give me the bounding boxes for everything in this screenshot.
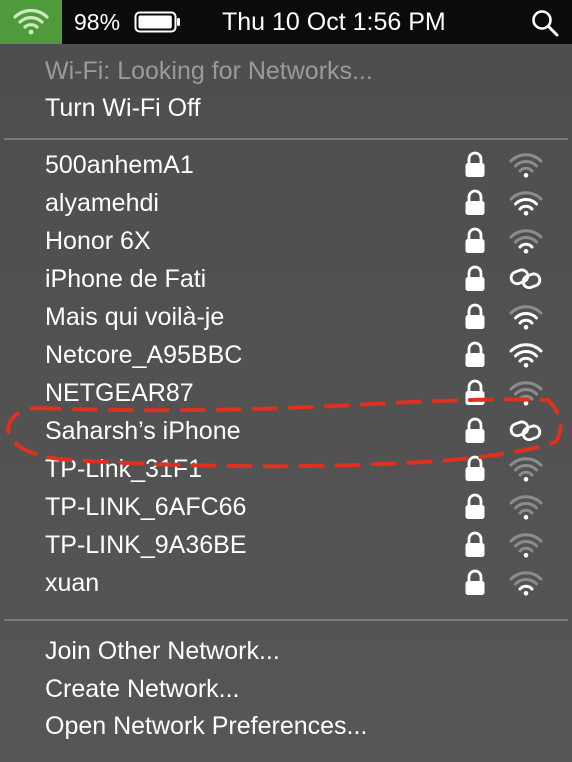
lock-icon (465, 265, 485, 291)
network-item[interactable]: alyamehdi (0, 184, 572, 222)
menu-separator (4, 138, 568, 140)
wifi-signal-icon (509, 457, 543, 482)
personal-hotspot-icon (509, 268, 542, 290)
network-name: TP-Link_31F1 (45, 455, 203, 483)
network-name: 500anhemA1 (45, 151, 194, 179)
network-name: TP-LINK_6AFC66 (45, 493, 247, 521)
menu-bar: 98% Thu 10 Oct 1:56 PM (0, 0, 572, 44)
network-item[interactable]: Mais qui voilà-je (0, 298, 572, 336)
network-name: xuan (45, 569, 100, 597)
battery-icon[interactable] (134, 11, 182, 33)
network-item[interactable]: iPhone de Fati (0, 260, 572, 298)
spotlight-search-icon[interactable] (531, 9, 559, 37)
menubar-clock[interactable]: Thu 10 Oct 1:56 PM (222, 8, 446, 36)
network-item[interactable]: 500anhemA1 (0, 146, 572, 184)
network-item[interactable]: TP-LINK_6AFC66 (0, 488, 572, 526)
lock-icon (465, 189, 485, 215)
network-name: Netcore_A95BBC (45, 341, 243, 369)
menu-separator (4, 619, 568, 621)
network-name: NETGEAR87 (45, 379, 194, 407)
open-network-preferences-item[interactable]: Open Network Preferences... (45, 711, 367, 741)
lock-icon (465, 417, 485, 443)
wifi-signal-icon (509, 533, 543, 558)
network-name: Mais qui voilà-je (45, 303, 225, 331)
wifi-status-text: Wi-Fi: Looking for Networks... (45, 57, 373, 85)
network-item[interactable]: NETGEAR87 (0, 374, 572, 412)
join-other-network-item[interactable]: Join Other Network... (45, 636, 280, 666)
lock-icon (465, 493, 485, 519)
network-item[interactable]: TP-LINK_9A36BE (0, 526, 572, 564)
network-name: Honor 6X (45, 227, 151, 255)
lock-icon (465, 151, 485, 177)
lock-icon (465, 341, 485, 367)
network-name: alyamehdi (45, 189, 159, 217)
wifi-signal-icon (509, 343, 543, 368)
network-name: TP-LINK_9A36BE (45, 531, 247, 559)
lock-icon (465, 455, 485, 481)
wifi-signal-icon (509, 153, 543, 178)
lock-icon (465, 569, 485, 595)
network-item[interactable]: TP-Link_31F1 (0, 450, 572, 488)
lock-icon (465, 303, 485, 329)
network-item[interactable]: Netcore_A95BBC (0, 336, 572, 374)
network-item[interactable]: xuan (0, 564, 572, 602)
wifi-signal-icon (509, 305, 543, 330)
turn-wifi-off-item[interactable]: Turn Wi-Fi Off (45, 93, 201, 123)
personal-hotspot-icon (509, 420, 542, 442)
lock-icon (465, 227, 485, 253)
lock-icon (465, 379, 485, 405)
wifi-signal-icon (509, 381, 543, 406)
network-item[interactable]: Honor 6X (0, 222, 572, 260)
wifi-signal-icon (509, 495, 543, 520)
wifi-signal-icon (509, 229, 543, 254)
network-name: Saharsh’s iPhone (45, 417, 241, 445)
network-name: iPhone de Fati (45, 265, 207, 293)
wifi-signal-icon (509, 191, 543, 216)
wifi-status-item[interactable] (0, 0, 62, 44)
wifi-menu: Wi-Fi: Looking for Networks... Turn Wi-F… (0, 44, 572, 762)
battery-percentage[interactable]: 98% (74, 9, 120, 35)
wifi-signal-icon (509, 571, 543, 596)
lock-icon (465, 531, 485, 557)
network-item[interactable]: Saharsh’s iPhone (0, 412, 572, 450)
wifi-icon (13, 9, 49, 35)
create-network-item[interactable]: Create Network... (45, 674, 240, 704)
